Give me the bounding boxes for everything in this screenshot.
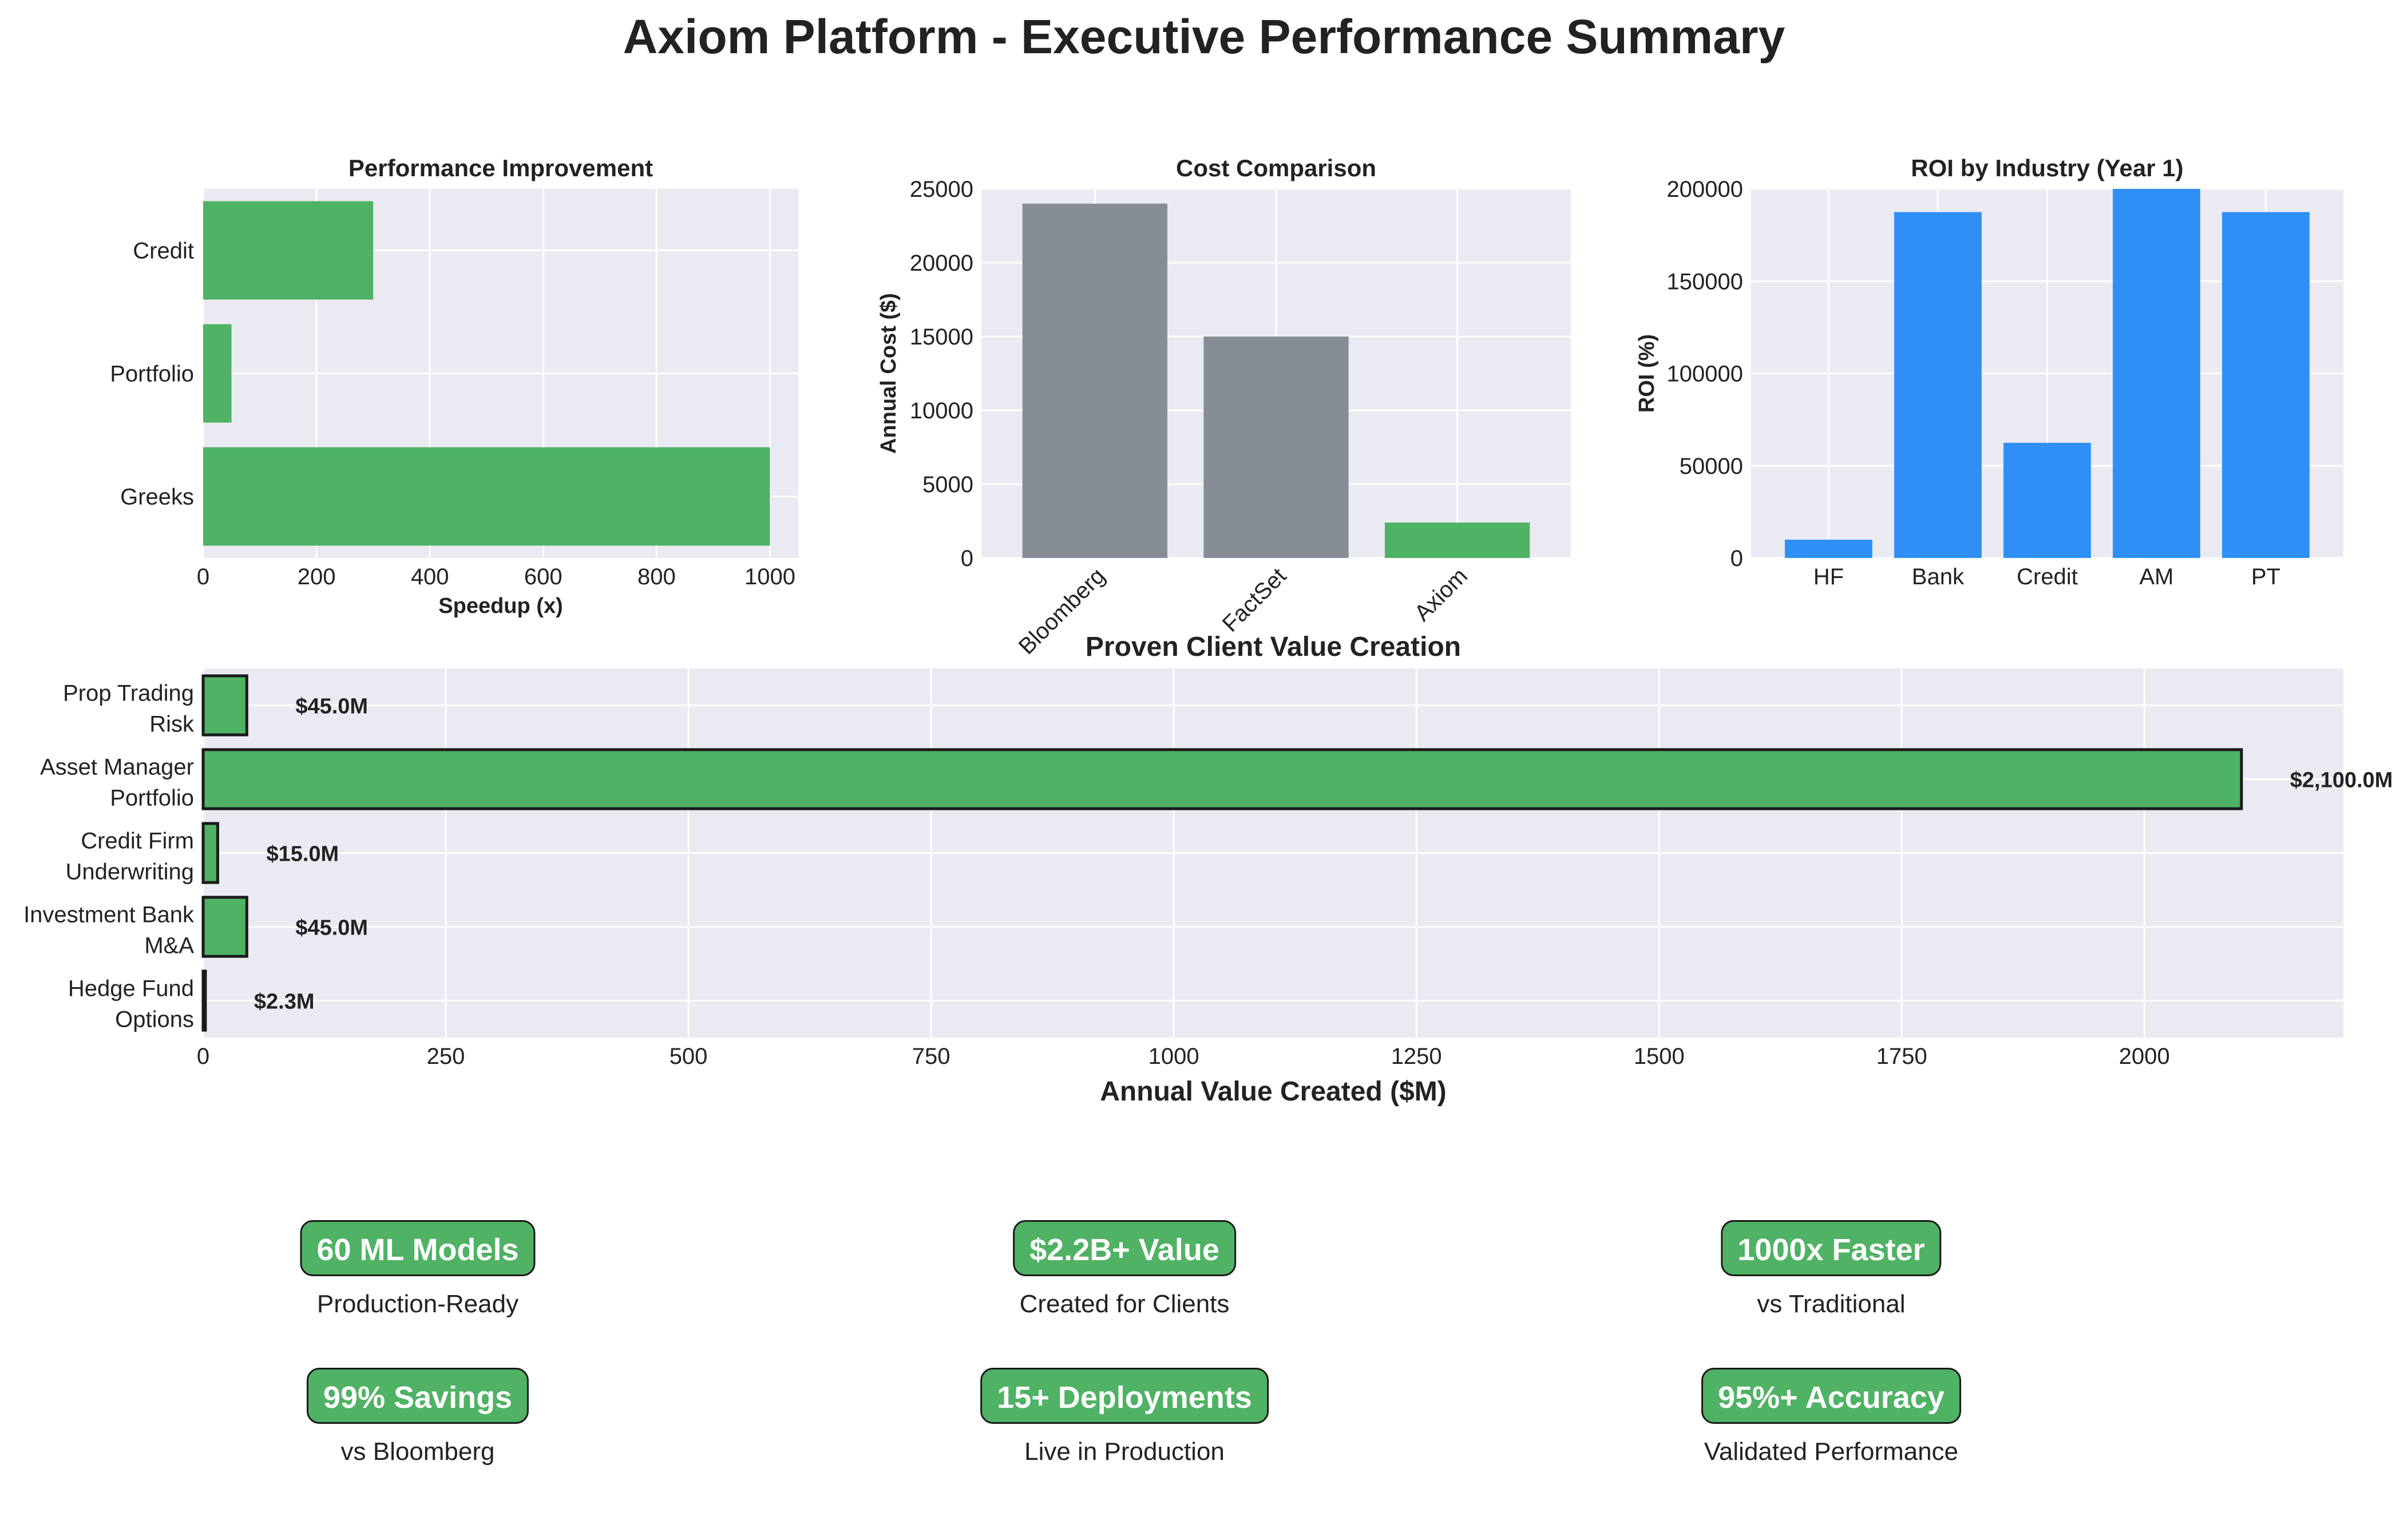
- value-title: Proven Client Value Creation: [1086, 632, 1461, 662]
- roi-bar: [1785, 540, 1872, 558]
- cost-x-tick-label: Axiom: [1409, 563, 1472, 626]
- value-value-label: $45.0M: [295, 695, 368, 719]
- performance-bar: [203, 324, 232, 423]
- value-category-label: Investment Bank M&A: [23, 902, 195, 959]
- value-value-label: $2.3M: [254, 990, 315, 1014]
- roi-x-tick-label: Bank: [1912, 564, 1965, 589]
- performance-x-tick-label: 800: [637, 564, 676, 589]
- roi-chart: 0 50000 100000 150000 200000 HF Bank Credit AM PT…: [1635, 155, 2343, 589]
- performance-bar: [203, 447, 770, 546]
- roi-y-tick-label: 0: [1730, 546, 1743, 571]
- value-bar: [201, 822, 219, 884]
- performance-bar: [203, 201, 374, 300]
- performance-x-axis-label: Speedup (x): [438, 594, 563, 618]
- kpi-badge: $2.2B+ Value: [1013, 1220, 1236, 1276]
- cost-bar: [1203, 337, 1349, 558]
- performance-category-label: Credit: [133, 239, 194, 264]
- cost-bar: [1385, 522, 1530, 558]
- cost-title: Cost Comparison: [1176, 155, 1376, 181]
- value-category-label-line: Risk: [149, 712, 195, 737]
- performance-chart: 0 200 400 600 800 1000 Credit Portfolio Greeks Pe…: [110, 155, 798, 618]
- kpi-badge: 99% Savings: [306, 1368, 529, 1424]
- performance-category-label: Greeks: [120, 485, 194, 510]
- value-category-label-line: Underwriting: [65, 860, 194, 885]
- roi-x-tick-label: AM: [2140, 564, 2174, 589]
- cost-y-tick-label: 20000: [910, 251, 973, 276]
- roi-bar: [1894, 212, 1982, 558]
- roi-x-tick-label: PT: [2251, 564, 2280, 589]
- cost-y-tick-label: 15000: [910, 324, 973, 350]
- roi-x-tick-label: HF: [1813, 564, 1844, 589]
- kpi-badge: 15+ Deployments: [980, 1368, 1269, 1424]
- performance-x-tick-label: 200: [298, 564, 336, 589]
- value-category-label-line: Prop Trading: [63, 681, 194, 706]
- value-category-label-line: Options: [115, 1007, 194, 1032]
- value-value-label: $15.0M: [266, 842, 339, 866]
- performance-category-label: Portfolio: [110, 362, 194, 387]
- kpi-caption: Validated Performance: [1704, 1438, 1959, 1466]
- kpi-caption: Created for Clients: [1019, 1290, 1230, 1318]
- kpi-caption: Live in Production: [1024, 1438, 1225, 1466]
- cost-y-tick-label: 10000: [910, 398, 973, 423]
- value-category-label-line: Asset Manager: [40, 755, 194, 780]
- roi-bar: [2222, 212, 2310, 558]
- value-x-tick-label: 750: [912, 1044, 950, 1069]
- roi-bar: [2003, 442, 2091, 558]
- cost-y-tick-label: 25000: [910, 177, 973, 202]
- value-bar: [201, 969, 207, 1032]
- value-x-axis-label: Annual Value Created ($M): [1100, 1076, 1446, 1107]
- value-category-label-line: Hedge Fund: [68, 976, 194, 1001]
- value-x-tick-label: 250: [427, 1044, 465, 1069]
- performance-category-label-line: Credit: [133, 239, 194, 264]
- value-bar: [201, 674, 248, 737]
- value-category-label: Asset Manager Portfolio: [40, 755, 194, 811]
- cost-x-tick-label: FactSet: [1218, 563, 1292, 637]
- performance-x-tick-label: 600: [524, 564, 563, 589]
- roi-y-axis-label: ROI (%): [1635, 334, 1659, 413]
- cost-y-tick-label: 5000: [922, 472, 973, 497]
- cost-y-tick-label: 0: [961, 546, 973, 571]
- value-x-tick-label: 1250: [1391, 1044, 1442, 1069]
- performance-x-tick-label: 0: [197, 564, 209, 589]
- kpi-caption: Production-Ready: [316, 1290, 519, 1318]
- kpi-caption: vs Traditional: [1757, 1290, 1906, 1318]
- roi-y-tick-label: 50000: [1680, 454, 1743, 479]
- value-category-label: Credit Firm Underwriting: [65, 829, 194, 885]
- cost-bar: [1022, 203, 1167, 558]
- roi-title: ROI by Industry (Year 1): [1911, 155, 2183, 181]
- value-chart: 0 250 500 750 1000 1250 1500 1750 2000 Prop Tradi…: [23, 632, 2393, 1107]
- value-category-label: Hedge Fund Options: [68, 976, 194, 1032]
- value-x-tick-label: 1500: [1634, 1044, 1685, 1069]
- kpi-badge: 1000x Faster: [1721, 1220, 1942, 1276]
- value-value-label: $45.0M: [295, 916, 368, 940]
- value-x-tick-label: 500: [670, 1044, 708, 1069]
- value-category-label-line: Credit Firm: [81, 829, 194, 854]
- value-x-tick-label: 1000: [1148, 1044, 1199, 1069]
- value-x-tick-label: 1750: [1876, 1044, 1927, 1069]
- roi-bar: [2113, 189, 2200, 558]
- kpi-caption: vs Bloomberg: [340, 1438, 495, 1466]
- performance-category-label-line: Greeks: [120, 485, 194, 510]
- cost-y-axis-label: Annual Cost ($): [877, 293, 901, 454]
- performance-x-tick-label: 1000: [744, 564, 795, 589]
- performance-x-tick-label: 400: [411, 564, 449, 589]
- value-category-label-line: M&A: [144, 933, 194, 959]
- value-value-label: $2,100.0M: [2290, 769, 2393, 793]
- value-bar: [201, 748, 2243, 810]
- value-x-tick-label: 0: [197, 1044, 209, 1069]
- value-category-label-line: Investment Bank: [23, 902, 195, 928]
- cost-chart: 0500010000150002000025000Bloomberg FactSe…: [877, 155, 1571, 659]
- roi-y-tick-label: 200000: [1667, 177, 1743, 202]
- value-x-tick-label: 2000: [2119, 1044, 2170, 1069]
- value-bar: [201, 896, 248, 958]
- value-category-label: Prop Trading Risk: [63, 681, 195, 737]
- kpi-badge: 95%+ Accuracy: [1701, 1368, 1961, 1424]
- performance-category-label-line: Portfolio: [110, 362, 194, 387]
- roi-y-tick-label: 150000: [1667, 269, 1743, 294]
- roi-y-tick-label: 100000: [1667, 362, 1743, 387]
- roi-x-tick-label: Credit: [2017, 564, 2078, 589]
- value-category-label-line: Portfolio: [110, 786, 194, 811]
- performance-title: Performance Improvement: [348, 155, 653, 181]
- kpi-badge: 60 ML Models: [300, 1220, 536, 1276]
